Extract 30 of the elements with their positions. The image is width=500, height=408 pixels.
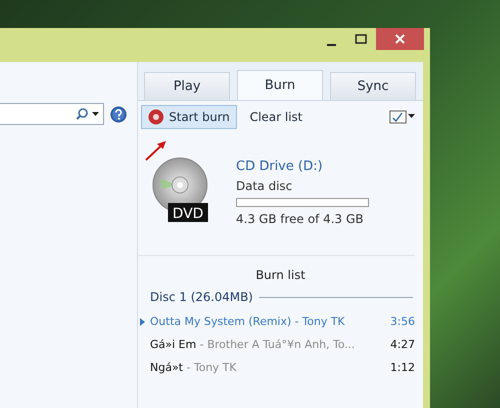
track-duration: 4:27 (390, 338, 415, 351)
search-icon (76, 108, 88, 120)
track-row[interactable]: Gá»i Em - Brother A Tuá°¥n Anh, To... 4:27 (138, 333, 423, 356)
free-space-text: 4.3 GB free of 4.3 GB (236, 212, 365, 226)
close-button[interactable] (376, 28, 424, 50)
tab[interactable]: Play (144, 72, 230, 100)
track-title: Ngá»t - Tony TK (150, 361, 238, 374)
search-field[interactable] (0, 103, 104, 125)
start-burn-button[interactable]: Start burn (141, 105, 237, 129)
track-row[interactable]: Outta My System (Remix) - Tony TK 3:56 (138, 310, 423, 333)
track-row[interactable]: Ngá»t - Tony TK 1:12 (138, 356, 423, 379)
dropdown-caret-icon[interactable] (92, 112, 99, 116)
list-options-icon[interactable] (389, 110, 415, 124)
help-icon[interactable] (110, 106, 127, 122)
burn-list-title: Burn list (254, 268, 306, 282)
track-duration: 3:56 (390, 315, 415, 328)
tab[interactable]: Burn (237, 70, 323, 100)
disc-label: Disc 1 (26.04MB) (150, 290, 253, 304)
track-duration: 1:12 (390, 361, 415, 374)
track-title: Outta My System (Remix) - Tony TK (150, 315, 346, 328)
annotation-arrow (144, 140, 168, 162)
clear-list-button[interactable]: Clear list (242, 105, 310, 129)
burn-disc-icon (148, 109, 164, 125)
tab[interactable]: Sync (330, 72, 416, 100)
disc-type: Data disc (236, 179, 294, 193)
minimize-icon (326, 44, 336, 46)
maximize-icon (355, 34, 367, 44)
drive-name: CD Drive (D:) (236, 159, 324, 174)
close-icon (395, 34, 405, 44)
track-title: Gá»i Em - Brother A Tuá°¥n Anh, To... (150, 338, 356, 351)
